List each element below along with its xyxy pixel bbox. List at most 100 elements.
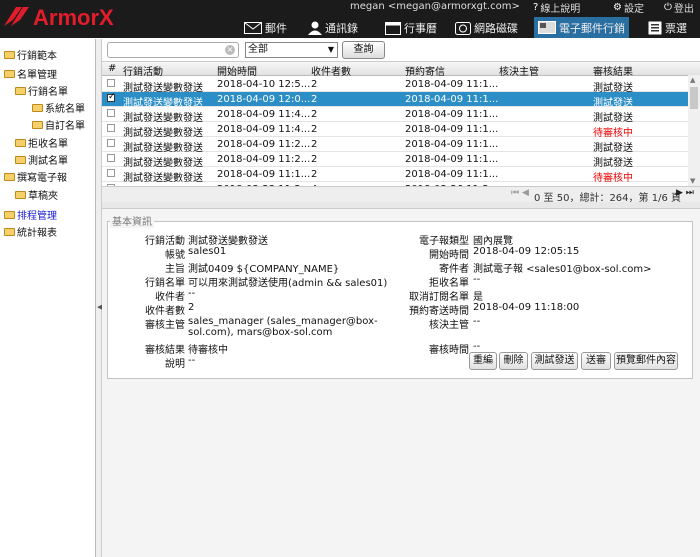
- table-row[interactable]: 測試發送變數發送 2018-04-09 11:4... 2 2018-04-09 11…: [102, 122, 688, 139]
- row-checkbox[interactable]: [107, 109, 115, 117]
- table-row[interactable]: 測試發送變數發送 2018-04-10 12:5... 2 2018-04-09 11…: [102, 77, 688, 94]
- field-label: 取消訂閱名單: [409, 292, 469, 303]
- row-checkbox[interactable]: [107, 154, 115, 162]
- table-row[interactable]: 測試發送變數發送 2018-04-09 11:1... 2 2018-04-09 11…: [102, 167, 688, 184]
- table-row[interactable]: 測試發送變數發送 2018-04-09 11:4... 2 2018-04-09 11…: [102, 107, 688, 124]
- cell-start: 2018-04-09 11:2...: [217, 139, 311, 150]
- field-value: --: [188, 355, 196, 366]
- col-header-scheduled[interactable]: 預約寄信: [405, 63, 445, 78]
- next-last-page-icon[interactable]: ▶ ⏭: [676, 188, 694, 198]
- col-header-manager[interactable]: 核決主管: [499, 63, 539, 78]
- settings-link[interactable]: ⚙ 設定: [613, 0, 644, 15]
- vote-icon: [648, 21, 662, 34]
- table-row[interactable]: 測試發送變數發送 2018-04-09 11:2... 2 2018-04-09 11…: [102, 152, 688, 169]
- cell-scheduled: 2018-04-09 11:1...: [405, 154, 499, 165]
- top-bar: ArmorX megan <megan@armorxgt.com> ? 線上說明…: [0, 0, 700, 38]
- logout-link[interactable]: ⏻ 登出: [664, 0, 694, 15]
- table-scrollbar[interactable]: ▲ ▼: [688, 75, 700, 186]
- sidebar-item-test-list[interactable]: 測試名單: [15, 152, 68, 167]
- field-value: 測試發送變數發送: [188, 236, 268, 247]
- delete-button[interactable]: 刪除: [499, 352, 528, 370]
- cell-recipients: 2: [311, 139, 318, 150]
- field-label: 說明: [165, 359, 185, 370]
- nav-disk[interactable]: 網路磁碟: [455, 17, 518, 38]
- nav-vote[interactable]: 票選: [648, 17, 687, 38]
- table-row[interactable]: 測試發送變數發送 2018-04-09 11:2... 2 2018-04-09 11…: [102, 137, 688, 154]
- field-value: 待審核中: [188, 345, 228, 356]
- folder-icon: [4, 69, 15, 78]
- field-label: 審核結果: [145, 345, 185, 356]
- gear-icon: ⚙: [613, 2, 622, 13]
- detail-splitter[interactable]: [102, 202, 700, 209]
- field-value: 2: [188, 302, 195, 313]
- power-icon: ⏻: [664, 2, 672, 13]
- nav-mail[interactable]: 郵件: [244, 17, 287, 38]
- field-label: 寄件者: [439, 264, 469, 275]
- field-value: 是: [473, 292, 483, 303]
- sidebar-item-custom-list[interactable]: 自訂名單: [32, 117, 85, 132]
- section-legend: 基本資訊: [110, 213, 154, 228]
- sidebar-item-system-list[interactable]: 系統名單: [32, 100, 85, 115]
- col-header-start[interactable]: 開始時間: [217, 63, 257, 78]
- row-checkbox[interactable]: [107, 79, 115, 87]
- clear-icon[interactable]: ×: [225, 45, 235, 55]
- cell-recipients: 2: [311, 124, 318, 135]
- detail-panel: 基本資訊 行銷活動 測試發送變數發送 帳號 sales01 主旨 測試0409 ${COM…: [102, 209, 700, 557]
- row-checkbox[interactable]: [107, 124, 115, 132]
- sidebar-item-marketing-list[interactable]: 行銷名單: [15, 83, 68, 98]
- row-checkbox[interactable]: ✓: [107, 92, 116, 102]
- folder-icon: [4, 210, 15, 219]
- sidebar-item-templates[interactable]: 行銷範本: [4, 47, 57, 62]
- row-checkbox[interactable]: [107, 139, 115, 147]
- user-email: megan <megan@armorxgt.com>: [350, 1, 520, 12]
- cell-start: 2018-04-10 12:5...: [217, 79, 311, 90]
- first-prev-page-icon[interactable]: ⏮ ◀: [511, 188, 529, 198]
- contacts-icon: [308, 21, 322, 35]
- sidebar-item-drafts[interactable]: 草稿夾: [15, 187, 58, 202]
- help-link[interactable]: ? 線上說明: [533, 0, 580, 15]
- nav-newsletter[interactable]: 電子郵件行銷: [534, 17, 629, 38]
- sidebar-item-schedule[interactable]: 排程管理: [4, 207, 57, 222]
- preview-email-button[interactable]: 預覽郵件內容: [614, 352, 678, 370]
- cell-start: 2018-04-09 11:2...: [217, 154, 311, 165]
- sidebar-item-compose[interactable]: 撰寫電子報: [4, 169, 67, 184]
- field-value: --: [473, 274, 481, 285]
- field-value: --: [473, 316, 481, 327]
- search-input[interactable]: [107, 42, 239, 58]
- cell-start: 2018-04-09 12:0...: [217, 94, 311, 105]
- sidebar: 行銷範本 名單管理 行銷名單 系統名單 自訂名單 拒收名單 測試名單 撰寫電子報…: [0, 39, 96, 557]
- field-label: 行銷名單: [145, 278, 185, 289]
- test-send-button[interactable]: 測試發送: [531, 352, 578, 370]
- cell-scheduled: 2018-04-09 11:1...: [405, 124, 499, 135]
- cell-scheduled: 2018-04-09 11:1...: [405, 169, 499, 180]
- sidebar-item-reject-list[interactable]: 拒收名單: [15, 135, 68, 150]
- scroll-down-icon[interactable]: ▼: [690, 177, 695, 185]
- field-label: 開始時間: [429, 250, 469, 261]
- cell-scheduled: 2018-04-09 11:1...: [405, 94, 499, 105]
- nav-contacts[interactable]: 通訊錄: [308, 17, 358, 38]
- calendar-icon: [385, 21, 401, 35]
- field-label: 收件者數: [145, 306, 185, 317]
- col-header-recipients[interactable]: 收件者數: [311, 63, 351, 78]
- edit-button[interactable]: 重編: [469, 352, 497, 370]
- nav-calendar[interactable]: 行事曆: [385, 17, 437, 38]
- field-label: 收件者: [155, 292, 185, 303]
- scroll-thumb[interactable]: [690, 87, 698, 109]
- sidebar-item-list-management[interactable]: 名單管理: [4, 66, 57, 81]
- field-value: 2018-04-09 11:18:00: [473, 302, 580, 313]
- table-row[interactable]: ✓ 測試發送變數發送 2018-04-09 12:0... 2 2018-04-09 1…: [102, 92, 688, 109]
- row-checkbox[interactable]: [107, 169, 115, 177]
- col-header-index[interactable]: #: [108, 63, 116, 74]
- field-label: 帳號: [165, 250, 185, 261]
- field-value: sales01: [188, 246, 227, 257]
- folder-icon: [15, 190, 26, 199]
- status-filter-select[interactable]: 全部 ▼: [245, 42, 338, 58]
- col-header-activity[interactable]: 行銷活動: [123, 63, 163, 78]
- col-header-result[interactable]: 審核結果: [593, 63, 633, 78]
- query-button[interactable]: 查詢: [342, 41, 385, 59]
- field-value: 測試0409 ${COMPANY_NAME}: [188, 264, 340, 275]
- sidebar-item-reports[interactable]: 統計報表: [4, 224, 57, 239]
- field-value: --: [188, 288, 196, 299]
- submit-review-button[interactable]: 送審: [581, 352, 611, 370]
- scroll-up-icon[interactable]: ▲: [690, 76, 695, 84]
